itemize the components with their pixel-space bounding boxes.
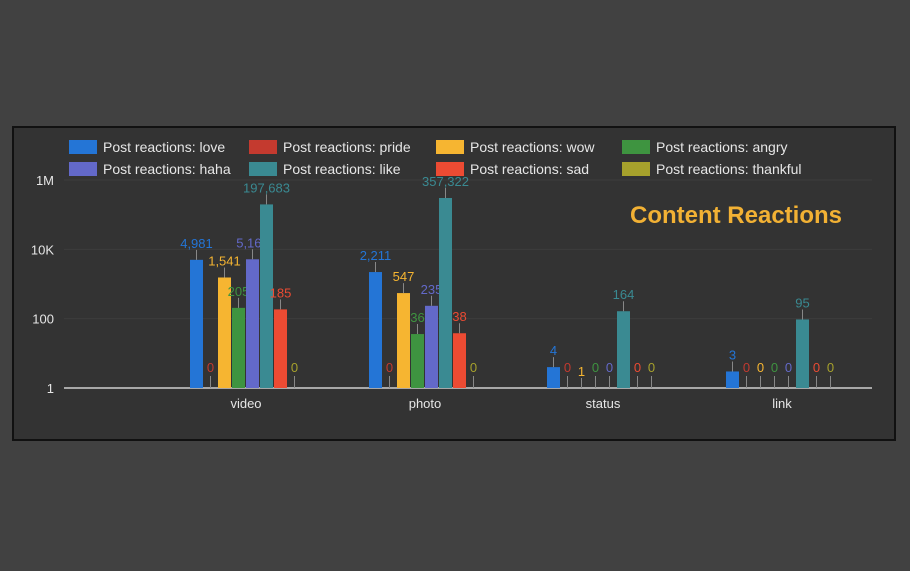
data-label: 185 — [270, 285, 292, 300]
bar — [439, 198, 452, 388]
data-label: 4,981 — [180, 236, 213, 251]
data-label: 36 — [410, 310, 424, 325]
data-label: 1,541 — [208, 253, 241, 268]
bar — [547, 367, 560, 388]
data-label: 0 — [785, 360, 792, 375]
x-tick-label: video — [230, 396, 261, 411]
data-label: 0 — [813, 360, 820, 375]
y-tick-label: 10K — [31, 242, 54, 257]
data-label: 0 — [771, 360, 778, 375]
bar — [190, 259, 203, 388]
y-tick-label: 1 — [47, 381, 54, 396]
data-label: 0 — [386, 360, 393, 375]
data-label: 0 — [470, 360, 477, 375]
data-label: 1 — [578, 364, 585, 379]
chart-panel: Post reactions: love Post reactions: prid… — [12, 126, 896, 441]
data-label: 4 — [550, 343, 557, 358]
data-label: 38 — [452, 309, 466, 324]
bar — [411, 334, 424, 388]
data-label: 0 — [648, 360, 655, 375]
data-label: 0 — [207, 360, 214, 375]
data-label: 197,683 — [243, 180, 290, 195]
data-label: 0 — [606, 360, 613, 375]
bar — [232, 307, 245, 388]
data-label: 0 — [291, 360, 298, 375]
bar — [726, 371, 739, 388]
bar — [274, 309, 287, 388]
data-label: 2,211 — [360, 248, 392, 263]
data-label: 0 — [827, 360, 834, 375]
bar — [425, 305, 438, 388]
bar — [246, 259, 259, 388]
data-label: 3 — [729, 347, 736, 362]
data-label: 0 — [592, 360, 599, 375]
y-tick-label: 1M — [36, 173, 54, 188]
x-tick-label: link — [772, 396, 792, 411]
bar — [397, 293, 410, 388]
data-label: 0 — [743, 360, 750, 375]
bar — [369, 272, 382, 388]
bar — [617, 311, 630, 388]
x-tick-label: status — [586, 396, 621, 411]
bar — [796, 319, 809, 388]
data-label: 547 — [393, 269, 415, 284]
data-label: 0 — [757, 360, 764, 375]
x-tick-label: photo — [409, 396, 442, 411]
data-label: 95 — [795, 295, 809, 310]
bar — [453, 333, 466, 388]
y-tick-label: 100 — [32, 312, 54, 327]
data-label: 164 — [613, 287, 635, 302]
data-label: 0 — [564, 360, 571, 375]
data-label: 357,322 — [422, 174, 469, 189]
data-label: 0 — [634, 360, 641, 375]
chart-svg: 110010K1Mvideo4,98101,5412055,162197,683… — [31, 173, 872, 411]
